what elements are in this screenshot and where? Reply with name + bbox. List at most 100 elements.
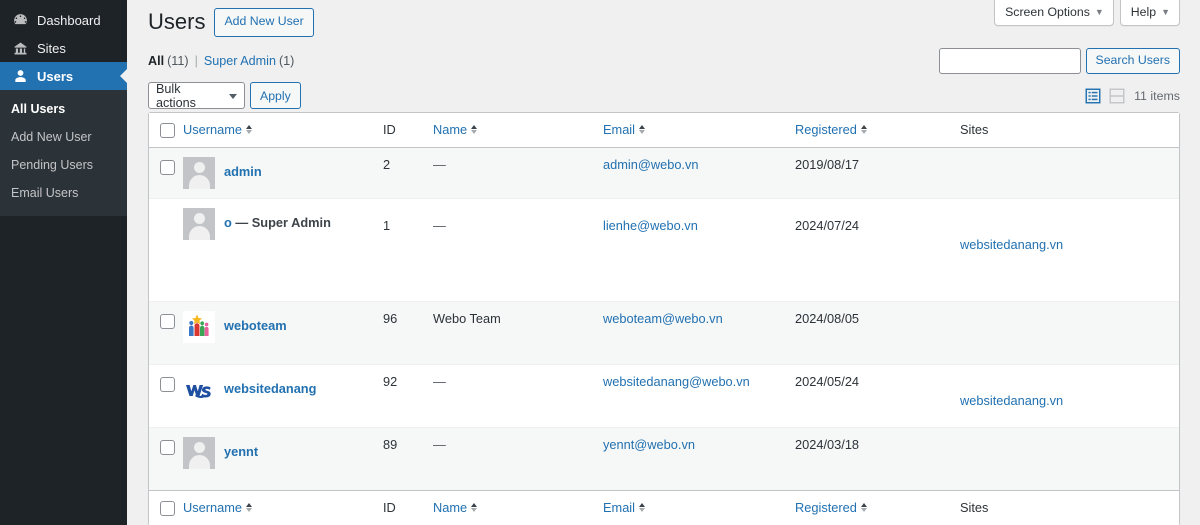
excerpt-view-icon[interactable] [1107, 86, 1127, 106]
row-checkbox[interactable] [160, 376, 175, 392]
column-footer-email[interactable]: Email [603, 489, 795, 525]
row-checkbox[interactable] [160, 439, 175, 455]
table-row[interactable]: weboteam 96 Webo Team weboteam@webo.vn 2… [149, 300, 1179, 364]
admin-menu: Dashboard Sites Users All Users Add New … [0, 0, 127, 216]
sidebar-item-dashboard[interactable]: Dashboard [0, 6, 127, 34]
sidebar-item-users[interactable]: Users [0, 62, 127, 90]
row-id-cell: 2 [383, 156, 391, 172]
mystery-person-avatar [183, 207, 215, 240]
submenu-item-label: Pending Users [11, 158, 93, 173]
row-username-cell: weboteam [183, 300, 383, 364]
table-head: Username ID Name Email Registered Sites [149, 112, 1179, 148]
column-label: Username [183, 121, 243, 137]
row-sites-cell [960, 426, 1179, 490]
email-link[interactable]: admin@webo.vn [603, 157, 699, 172]
row-username-cell: o — Super Admin [183, 197, 383, 301]
screen-options-button[interactable]: Screen Options ▼ [994, 0, 1114, 26]
main-content: Screen Options ▼ Help ▼ Users Add New Us… [127, 0, 1200, 525]
table-foot: Username ID Name Email Registered Sites [149, 489, 1179, 525]
select-all-checkbox-footer[interactable] [160, 500, 175, 516]
column-footer-sites: Sites [960, 489, 1179, 525]
submenu-item-label: All Users [11, 102, 66, 116]
row-username-cell: admin [183, 148, 383, 198]
bulk-actions-select[interactable]: Bulk actions [148, 82, 245, 110]
help-button[interactable]: Help ▼ [1119, 0, 1180, 26]
row-name-cell: Webo Team [433, 300, 603, 364]
filter-super-admin[interactable]: Super Admin [204, 54, 276, 68]
row-email-cell: websitedanang@webo.vn [603, 363, 795, 427]
apply-button[interactable]: Apply [250, 82, 301, 110]
table-body: admin 2 — admin@webo.vn 2019/08/17 o — S… [149, 147, 1179, 490]
column-footer-registered[interactable]: Registered [795, 489, 960, 525]
sidebar-item-sites[interactable]: Sites [0, 34, 127, 62]
select-all-header [149, 112, 183, 148]
email-link[interactable]: weboteam@webo.vn [603, 311, 723, 326]
search-users-button[interactable]: Search Users [1085, 47, 1180, 74]
sidebar-item-label: Dashboard [37, 12, 101, 28]
search-box: Search Users [938, 47, 1180, 74]
sort-indicator-icon [639, 124, 645, 134]
row-id-cell: 92 [383, 363, 433, 427]
filter-all-label: All [148, 53, 165, 68]
sidebar-item-label: Users [37, 68, 74, 84]
row-id-cell: 1 [383, 197, 433, 301]
row-email-cell: yennt@webo.vn [603, 426, 795, 490]
add-new-user-button[interactable]: Add New User [214, 8, 314, 37]
list-view-icon[interactable] [1083, 86, 1103, 106]
row-email-cell: weboteam@webo.vn [603, 300, 795, 364]
username-link[interactable]: o [224, 215, 232, 230]
column-label: ID [383, 499, 396, 515]
column-header-sites: Sites [960, 112, 1179, 148]
row-sites-cell: websitedanang.vn [960, 363, 1179, 427]
site-link[interactable]: websitedanang.vn [960, 237, 1063, 252]
table-row[interactable]: websitedanang 92 — websitedanang@webo.vn… [149, 363, 1179, 427]
row-checkbox[interactable] [160, 159, 175, 175]
username-link[interactable]: websitedanang [224, 374, 316, 403]
select-all-checkbox[interactable] [160, 122, 175, 138]
row-sites-cell: websitedanang.vn [960, 197, 1179, 301]
search-input[interactable] [938, 47, 1081, 74]
row-checkbox[interactable] [160, 313, 175, 329]
table-header-row: Username ID Name Email Registered Sites [149, 112, 1179, 148]
column-header-registered[interactable]: Registered [795, 112, 960, 148]
wp-admin-screen: Dashboard Sites Users All Users Add New … [0, 0, 1200, 525]
submenu-item-add-new-user[interactable]: Add New User [0, 123, 127, 151]
tablenav-top: Bulk actions Apply 11 items [148, 80, 1180, 112]
row-registered-cell: 2024/07/24 [795, 197, 960, 301]
sidebar-item-label: Sites [37, 40, 66, 56]
submenu-item-all-users[interactable]: All Users [0, 95, 127, 123]
submenu-item-email-users[interactable]: Email Users [0, 179, 127, 207]
column-header-email[interactable]: Email [603, 112, 795, 148]
table-row[interactable]: o — Super Admin 1 — lienhe@webo.vn 2024/… [149, 197, 1179, 301]
column-footer-name[interactable]: Name [433, 489, 603, 525]
filter-and-search-row: All (11) | Super Admin (1) Search Users [148, 46, 1180, 76]
row-username-cell: websitedanang [183, 363, 383, 427]
tablenav-right: 11 items [1083, 86, 1180, 106]
dashboard-icon [10, 10, 30, 30]
table-row[interactable]: admin 2 — admin@webo.vn 2019/08/17 [149, 147, 1179, 198]
view-switch [1083, 86, 1127, 106]
row-select-cell [149, 426, 183, 490]
column-label: Username [183, 499, 243, 515]
submenu-item-pending-users[interactable]: Pending Users [0, 151, 127, 179]
status-filter-list: All (11) | Super Admin (1) [148, 54, 294, 68]
column-footer-username[interactable]: Username [183, 489, 383, 525]
site-link[interactable]: websitedanang.vn [960, 393, 1063, 408]
help-label: Help [1130, 5, 1157, 19]
column-header-username[interactable]: Username [183, 112, 383, 148]
email-link[interactable]: lienhe@webo.vn [603, 218, 698, 233]
email-link[interactable]: websitedanang@webo.vn [603, 374, 750, 389]
filter-all[interactable]: All [148, 54, 164, 68]
users-table: Username ID Name Email Registered Sites … [148, 111, 1180, 525]
mystery-person-avatar [183, 436, 215, 469]
users-submenu: All Users Add New User Pending Users Ema… [0, 90, 127, 216]
username-link[interactable]: weboteam [224, 311, 287, 340]
username-link[interactable]: yennt [224, 437, 258, 466]
email-link[interactable]: yennt@webo.vn [603, 437, 695, 452]
username-link[interactable]: admin [224, 157, 262, 186]
row-registered-cell: 2024/08/05 [795, 300, 960, 364]
sort-indicator-icon [471, 124, 478, 134]
table-row[interactable]: yennt 89 — yennt@webo.vn 2024/03/18 [149, 426, 1179, 490]
column-header-name[interactable]: Name [433, 112, 603, 148]
admin-sidebar: Dashboard Sites Users All Users Add New … [0, 0, 127, 525]
